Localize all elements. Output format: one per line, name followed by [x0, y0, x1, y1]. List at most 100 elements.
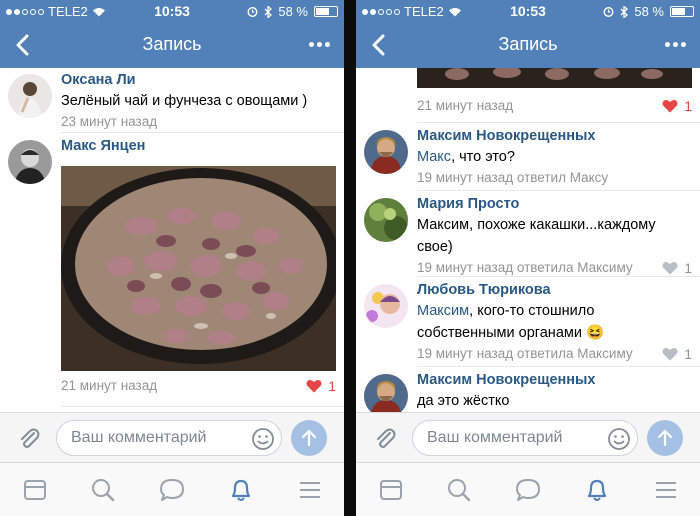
comment-time: 19 минут назад ответила Максиму 1: [417, 344, 692, 364]
like-count: 1: [684, 98, 692, 114]
search-tab-icon: [448, 479, 471, 502]
alarm-icon: [603, 7, 614, 17]
tab-menu[interactable]: [652, 476, 680, 504]
comment-input[interactable]: [71, 427, 231, 449]
avatar[interactable]: [364, 374, 408, 412]
comment-time-text: 21 минут назад: [61, 378, 158, 393]
smile-icon: [608, 428, 630, 450]
divider: [417, 366, 700, 367]
attach-button[interactable]: [16, 425, 42, 451]
tab-notifications[interactable]: [583, 476, 611, 504]
avatar[interactable]: [364, 198, 408, 242]
right-screen: TELE2 10:53 58 % Запись 21 минут назад 1…: [356, 0, 700, 516]
battery-icon: [314, 6, 338, 17]
comment-text: Максим, кого-то стошнило собственными ор…: [417, 300, 692, 344]
comment-author[interactable]: Максим Новокрещенных: [417, 370, 692, 390]
comment-author[interactable]: Мария Просто: [417, 194, 692, 214]
status-bar: TELE2 10:53 58 %: [0, 0, 344, 22]
tab-news[interactable]: [21, 476, 49, 504]
send-arrow-icon: [657, 429, 673, 447]
more-dots-icon: [308, 41, 314, 47]
avatar[interactable]: [8, 140, 52, 184]
comment-time-text: 19 минут назад ответила Максиму: [417, 346, 633, 361]
tab-notifications[interactable]: [227, 476, 255, 504]
battery-icon: [670, 6, 694, 17]
page-title: Запись: [498, 34, 558, 54]
comment-text: Макс, что это?: [417, 146, 692, 168]
nav-bar: Запись: [0, 22, 344, 68]
mention-link[interactable]: Максим: [417, 303, 469, 319]
comment-time-text: 19 минут назад ответила Максиму: [417, 260, 633, 275]
comment-text: да это жёстко: [417, 393, 510, 409]
tab-search[interactable]: [445, 476, 473, 504]
status-right: 58 %: [247, 4, 338, 19]
tab-news[interactable]: [377, 476, 405, 504]
comment-text: Максим, похоже какашки...каждому свое): [417, 217, 656, 255]
attach-button[interactable]: [372, 425, 398, 451]
comments-list[interactable]: 21 минут назад 1 Максим Новокрещенных Ма…: [356, 68, 700, 412]
tab-messages[interactable]: [514, 476, 542, 504]
screen-divider: [344, 0, 356, 516]
send-button[interactable]: [291, 420, 327, 456]
like-button[interactable]: 1: [306, 376, 336, 396]
comment-time: 21 минут назад 1: [61, 376, 336, 396]
tab-messages[interactable]: [158, 476, 186, 504]
avatar[interactable]: [364, 284, 408, 328]
mention-link[interactable]: Макс: [417, 149, 451, 165]
smile-icon: [252, 428, 274, 450]
search-tab-icon: [92, 479, 115, 502]
menu-tab-icon: [656, 482, 676, 498]
heart-icon: [306, 379, 322, 393]
divider: [417, 190, 700, 191]
comments-list[interactable]: Оксана Ли Зелёный чай и фунчеза с овощам…: [0, 68, 344, 412]
comment-time-text: 21 минут назад: [417, 98, 514, 113]
emoji-button[interactable]: [607, 427, 631, 451]
avatar[interactable]: [364, 130, 408, 174]
comment-composer: [356, 412, 700, 462]
notifications-tab-icon: [587, 479, 607, 501]
alarm-icon: [247, 7, 258, 17]
left-screen: TELE2 10:53 58 % Запись Оксана Ли Зелёны…: [0, 0, 344, 516]
heart-icon: [662, 347, 678, 361]
like-button[interactable]: 1: [662, 258, 692, 278]
comment-author[interactable]: Любовь Тюрикова: [417, 280, 692, 300]
messages-tab-icon: [516, 479, 540, 501]
heart-icon: [662, 99, 678, 113]
laugh-emoji: 😆: [585, 325, 605, 341]
more-button[interactable]: [660, 32, 690, 56]
comment-author[interactable]: Макс Янцен: [61, 136, 336, 156]
comment-author[interactable]: Оксана Ли: [61, 70, 336, 90]
divider: [61, 406, 344, 407]
page-title: Запись: [142, 34, 202, 54]
battery-percent: 58 %: [278, 4, 308, 19]
comment-input-wrapper: [56, 420, 282, 456]
like-button[interactable]: 1: [662, 344, 692, 364]
status-bar: TELE2 10:53 58 %: [356, 0, 700, 22]
avatar[interactable]: [8, 74, 52, 118]
comment-input[interactable]: [427, 427, 587, 449]
heart-icon: [662, 261, 678, 275]
comment-time: 21 минут назад 1: [417, 96, 692, 116]
like-count: 1: [684, 260, 692, 276]
send-button[interactable]: [647, 420, 683, 456]
like-count: 1: [328, 378, 336, 394]
comment-time: 19 минут назад ответил Максу: [417, 170, 609, 185]
tab-menu[interactable]: [296, 476, 324, 504]
comment-photo[interactable]: [61, 166, 336, 371]
like-count: 1: [684, 346, 692, 362]
attach-icon: [21, 428, 40, 448]
divider: [61, 132, 344, 133]
comment-author[interactable]: Максим Новокрещенных: [417, 126, 692, 146]
nav-bar: Запись: [356, 22, 700, 68]
comment-text-body: , что это?: [451, 149, 515, 165]
like-button[interactable]: 1: [662, 96, 692, 116]
more-button[interactable]: [304, 32, 334, 56]
comment-photo[interactable]: [417, 68, 692, 88]
comment-text: Зелёный чай и фунчеза с овощами ): [61, 93, 308, 109]
comment-input-wrapper: [412, 420, 638, 456]
send-arrow-icon: [301, 429, 317, 447]
tab-search[interactable]: [89, 476, 117, 504]
messages-tab-icon: [160, 479, 184, 501]
emoji-button[interactable]: [251, 427, 275, 451]
menu-tab-icon: [300, 482, 320, 498]
